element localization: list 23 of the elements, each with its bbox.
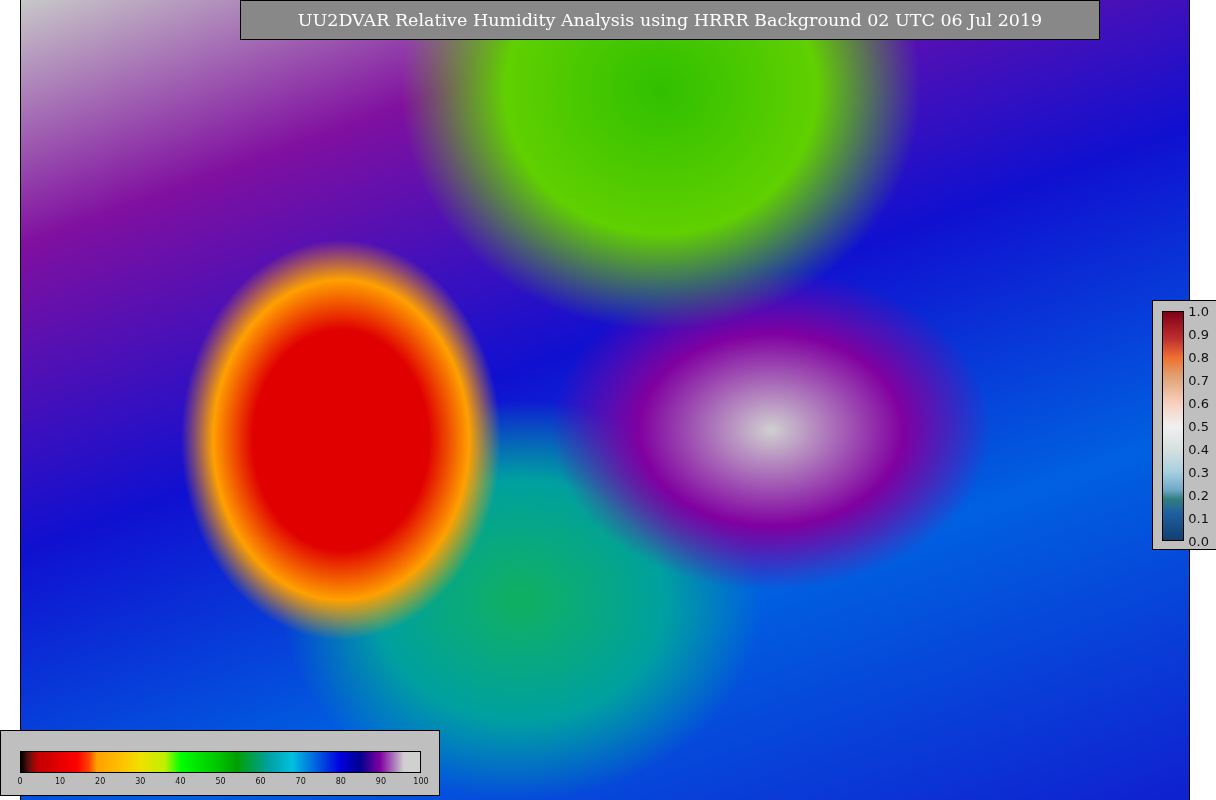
tick-label: 40 <box>175 777 186 786</box>
tick-label: 0.4 <box>1188 441 1209 457</box>
tick-label: 0.1 <box>1188 510 1209 526</box>
tick-label: 60 <box>255 777 266 786</box>
tick-label: 10 <box>55 777 66 786</box>
tick-label: 0.8 <box>1188 349 1209 365</box>
tick-label: 0.2 <box>1188 487 1209 503</box>
tick-label: 0.3 <box>1188 464 1209 480</box>
tick-label: 20 <box>95 777 106 786</box>
tick-label: 1.0 <box>1188 303 1209 319</box>
tick-label: 100 <box>413 777 429 786</box>
tick-label: 0.7 <box>1188 372 1209 388</box>
tick-label: 0.0 <box>1188 533 1209 549</box>
tick-label: 0.5 <box>1188 418 1209 434</box>
tick-label: 70 <box>295 777 306 786</box>
tick-label: 0.6 <box>1188 395 1209 411</box>
map-title: UU2DVAR Relative Humidity Analysis using HRRR Background 02 UTC 06 Jul 2019 <box>240 0 1100 40</box>
tick-label: 0.9 <box>1188 326 1209 342</box>
tick-label: 90 <box>375 777 386 786</box>
tick-label: 80 <box>335 777 346 786</box>
tick-label: 0 <box>17 777 23 786</box>
tick-label: 50 <box>215 777 226 786</box>
tick-label: 30 <box>135 777 146 786</box>
